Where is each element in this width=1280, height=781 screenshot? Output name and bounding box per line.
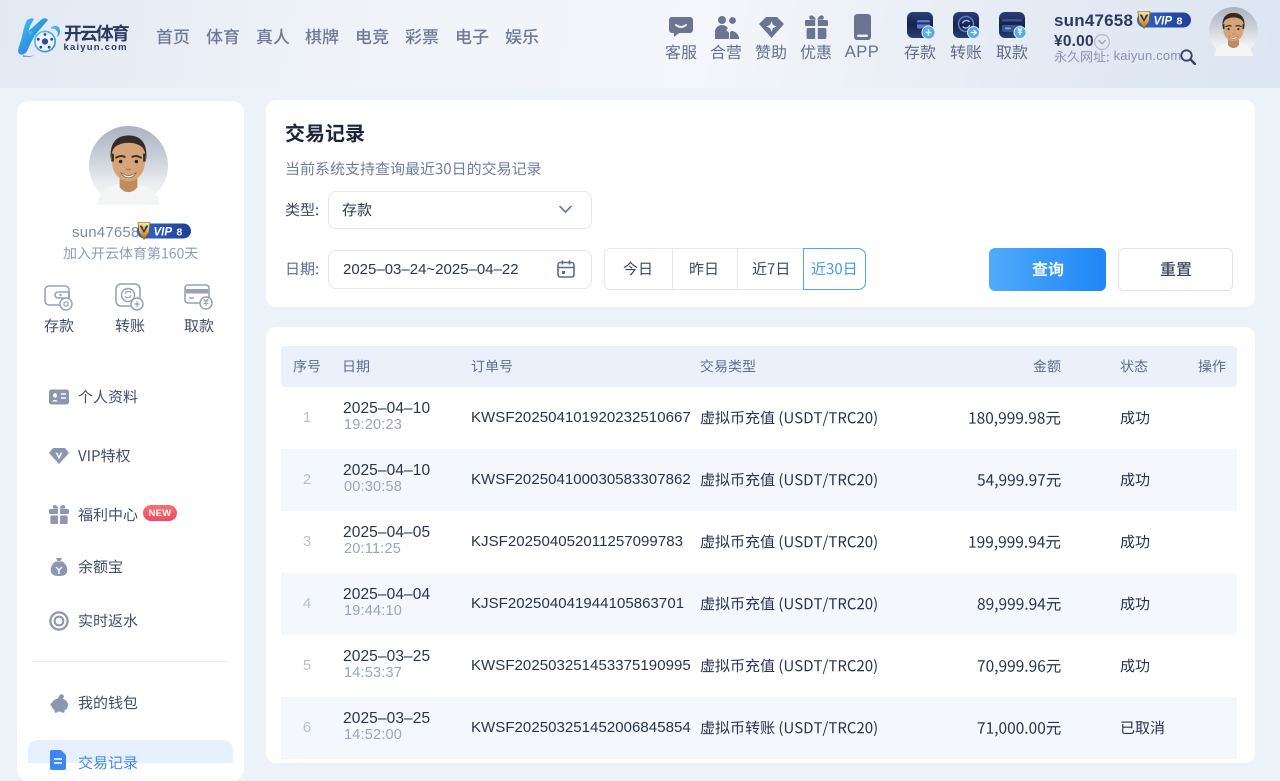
svg-text:8: 8 [177,226,183,238]
svg-text:VIP: VIP [154,226,173,238]
svg-text:VIP: VIP [1154,15,1173,27]
svg-text:8: 8 [1177,15,1183,27]
